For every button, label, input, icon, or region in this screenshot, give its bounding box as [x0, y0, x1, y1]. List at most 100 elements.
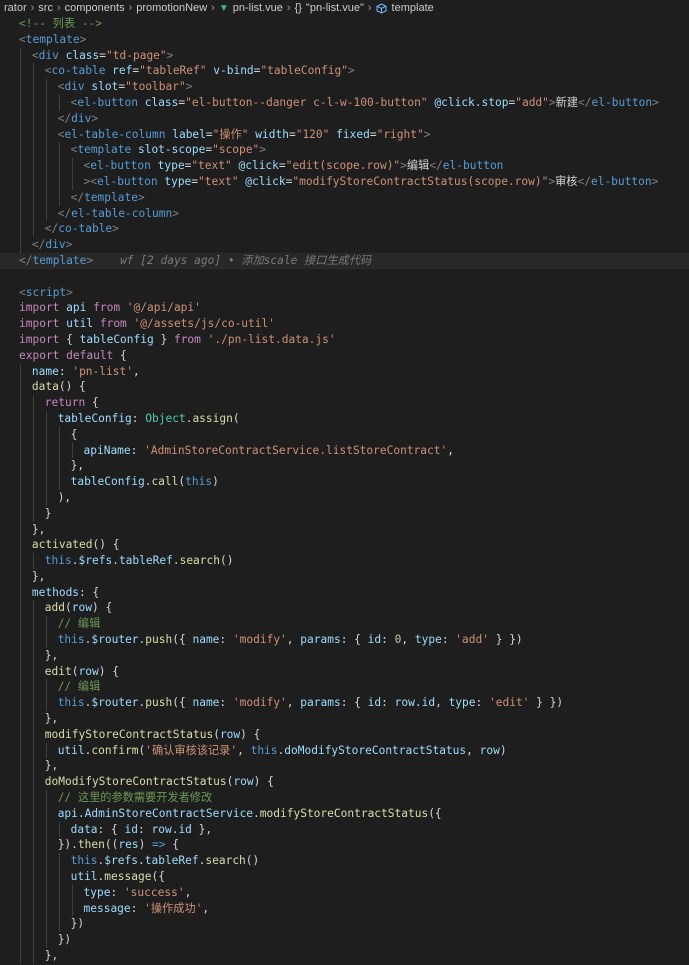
code-token: then [77, 838, 105, 852]
code-token: ) [138, 838, 153, 852]
code-line[interactable]: <co-table ref="tableRef" v-bind="tableCo… [0, 63, 689, 80]
code-line[interactable]: </template> [0, 189, 689, 206]
code-line[interactable]: // 这里的参数需要开发者修改 [0, 790, 689, 806]
code-line[interactable]: </co-table> [0, 221, 689, 238]
code-token: > [423, 127, 431, 141]
code-line[interactable]: <!-- 列表 --> [0, 16, 689, 32]
code-line[interactable]: // 编辑 [0, 616, 689, 633]
code-line[interactable]: doModifyStoreContractStatus(row) { [0, 774, 689, 791]
vue-file-icon: ▼ [218, 2, 229, 14]
code-line[interactable]: this.$refs.tableRef.search() [0, 553, 689, 569]
breadcrumb-item-components[interactable]: components [63, 2, 127, 14]
code-token: // 这里的参数需要开发者修改 [57, 791, 213, 805]
breadcrumb-item-file[interactable]: pn-list.vue [231, 2, 285, 14]
code-editor[interactable]: <!-- 列表 --> <template> <div class="td-page… [0, 16, 689, 964]
code-line[interactable]: this.$router.push({ name: 'modify', para… [0, 695, 689, 712]
breadcrumb-item-promotionnew[interactable]: promotionNew [134, 2, 209, 14]
code-line[interactable]: edit(row) { [0, 663, 689, 680]
code-line[interactable] [0, 269, 689, 285]
code-token: }). [57, 838, 78, 852]
code-token: ) [499, 743, 507, 757]
code-line[interactable]: }, [0, 711, 689, 727]
code-line[interactable]: // 编辑 [0, 679, 689, 696]
code-line[interactable]: this.$router.push({ name: 'modify', para… [0, 632, 689, 648]
code-token: > [347, 64, 355, 78]
code-line[interactable]: import api from '@/api/api' [0, 300, 689, 316]
code-line[interactable]: util.message({ [0, 869, 689, 885]
code-line[interactable]: <div class="td-page"> [0, 47, 689, 64]
code-line[interactable]: <el-button class="el-button--danger c-l-… [0, 94, 689, 111]
code-token: div [38, 48, 66, 62]
code-line[interactable]: ><el-button type="text" @click="modifySt… [0, 173, 689, 190]
indent-guide [58, 142, 60, 159]
code-line[interactable]: </div> [0, 110, 689, 127]
code-line[interactable]: data() { [0, 379, 689, 396]
code-line[interactable]: }, [0, 758, 689, 775]
code-line[interactable]: }) [0, 916, 689, 933]
code-line[interactable]: <div slot="toolbar"> [0, 79, 689, 95]
code-line[interactable]: import { tableConfig } from './pn-list.d… [0, 332, 689, 348]
code-line[interactable]: }, [0, 647, 689, 664]
code-line[interactable]: } [0, 505, 689, 522]
code-line[interactable]: methods: { [0, 584, 689, 601]
code-line[interactable]: modifyStoreContractStatus(row) { [0, 726, 689, 743]
code-token: message [83, 901, 131, 915]
code-line[interactable]: </el-table-column> [0, 205, 689, 222]
code-line[interactable]: }, [0, 521, 689, 538]
code-line[interactable]: <el-button type="text" @click="edit(scop… [0, 158, 689, 174]
git-blame-annotation: wf [2 days ago] • 添加scale 接口生成代码 [93, 253, 372, 267]
code-line[interactable]: </div> [0, 237, 689, 253]
code-line[interactable]: api.AdminStoreContractService.modifyStor… [0, 805, 689, 822]
code-line[interactable]: <template slot-scope="scope"> [0, 142, 689, 159]
code-line[interactable]: this.$refs.tableRef.search() [0, 853, 689, 870]
indent-guide [32, 458, 34, 475]
code-token: </ [44, 222, 59, 236]
code-line[interactable]: type: 'success', [0, 884, 689, 901]
indent-guide [32, 553, 34, 569]
code-line[interactable]: message: '操作成功', [0, 900, 689, 917]
code-line[interactable]: activated() { [0, 537, 689, 554]
code-line[interactable]: }, [0, 568, 689, 585]
code-line[interactable]: }, [0, 458, 689, 475]
indent-guide [20, 647, 21, 664]
code-token: 编辑 [406, 159, 430, 173]
code-line[interactable]: <template> [0, 32, 689, 48]
breadcrumb-item-symbol[interactable]: template [390, 2, 436, 14]
code-token: "right" [376, 127, 424, 141]
indent-guide [32, 94, 34, 111]
indent-guide [45, 158, 47, 174]
code-token: type [164, 174, 192, 188]
indent-guide [32, 948, 34, 964]
breadcrumb-item-root[interactable]: rator [2, 2, 29, 14]
code-line[interactable]: </template> wf [2 days ago] • 添加scale 接口… [0, 252, 689, 269]
code-line[interactable]: }, [0, 948, 689, 964]
code-line[interactable]: apiName: 'AdminStoreContractService.list… [0, 442, 689, 459]
code-line[interactable]: { [0, 426, 689, 443]
code-line[interactable]: return { [0, 395, 689, 411]
code-line[interactable]: }).then((res) => { [0, 837, 689, 854]
code-token: data [31, 380, 59, 394]
code-line[interactable]: export default { [0, 348, 689, 364]
code-token: <!-- 列表 --> [19, 17, 102, 30]
indent-guide [45, 189, 47, 206]
code-token: </ [31, 238, 46, 252]
indent-guide [45, 458, 47, 475]
code-line[interactable]: <el-table-column label="操作" width="120" … [0, 126, 689, 143]
indent-guide [71, 900, 73, 917]
code-line[interactable]: ), [0, 489, 689, 506]
code-line[interactable]: import util from '@/assets/js/co-util' [0, 316, 689, 332]
indent-guide [58, 869, 60, 885]
code-line[interactable]: tableConfig: Object.assign( [0, 410, 689, 427]
code-line[interactable]: tableConfig.call(this) [0, 474, 689, 490]
code-token: : [219, 633, 233, 647]
code-line[interactable]: }) [0, 932, 689, 949]
code-line[interactable]: add(row) { [0, 600, 689, 617]
code-line[interactable]: data: { id: row.id }, [0, 821, 689, 838]
code-line[interactable]: name: 'pn-list', [0, 363, 689, 380]
breadcrumb-item-object[interactable]: "pn-list.vue" [304, 2, 366, 14]
code-line[interactable]: <script> [0, 285, 689, 301]
breadcrumb-item-src[interactable]: src [36, 2, 55, 14]
indent-guide [20, 395, 21, 411]
code-token: ({ [172, 633, 193, 647]
code-line[interactable]: util.confirm('确认审核该记录', this.doModifySto… [0, 742, 689, 759]
